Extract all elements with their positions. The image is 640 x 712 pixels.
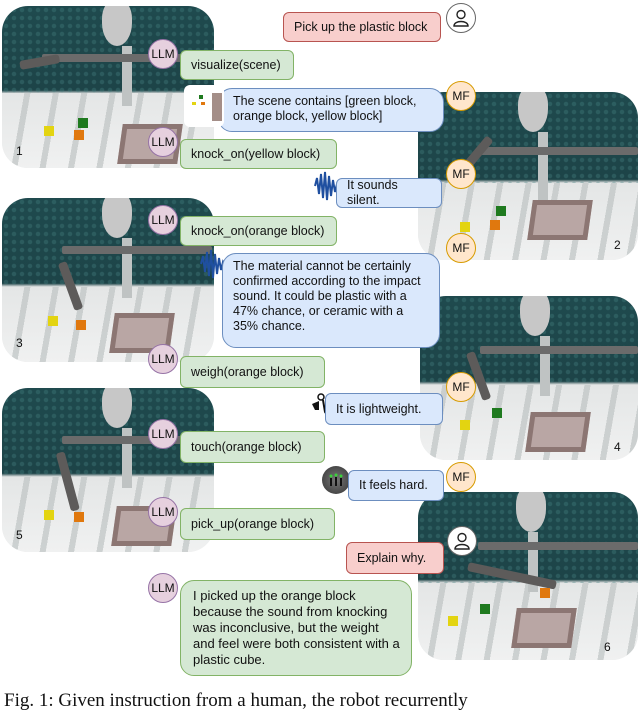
mf-lightweight-bubble: It is lightweight. — [325, 393, 443, 425]
mf-avatar: MF — [446, 159, 476, 189]
llm-weigh-bubble: weigh(orange block) — [180, 356, 325, 388]
mf-avatar: MF — [446, 233, 476, 263]
scene-label: 5 — [16, 528, 23, 542]
human-avatar — [447, 526, 477, 556]
llm-avatar: LLM — [148, 39, 178, 69]
llm-pickup-bubble: pick_up(orange block) — [180, 508, 335, 540]
tactile-sensor-icon — [322, 466, 350, 494]
llm-touch-bubble: touch(orange block) — [180, 431, 325, 463]
llm-avatar: LLM — [148, 205, 178, 235]
scene-label: 1 — [16, 144, 23, 158]
mf-avatar: MF — [446, 81, 476, 111]
llm-avatar: LLM — [148, 573, 178, 603]
mf-avatar: MF — [446, 372, 476, 402]
human-avatar — [446, 3, 476, 33]
scene-6: 6 — [418, 492, 638, 660]
scene-label: 4 — [614, 440, 621, 454]
llm-visualize-bubble: visualize(scene) — [180, 50, 294, 80]
mf-scene-bubble: The scene contains [green block, orange … — [218, 88, 444, 132]
scene-thumbnail — [184, 85, 224, 127]
mf-silent-bubble: It sounds silent. — [336, 178, 442, 208]
llm-knock-orange-bubble: knock_on(orange block) — [180, 216, 337, 246]
person-icon — [454, 532, 470, 550]
person-icon — [453, 9, 469, 27]
mf-material-bubble: The material cannot be certainly confirm… — [222, 253, 440, 348]
scene-label: 3 — [16, 336, 23, 350]
llm-avatar: LLM — [148, 344, 178, 374]
mf-hard-bubble: It feels hard. — [348, 470, 444, 501]
mf-avatar: MF — [446, 462, 476, 492]
llm-avatar: LLM — [148, 127, 178, 157]
scene-label: 2 — [614, 238, 621, 252]
llm-knock-yellow-bubble: knock_on(yellow block) — [180, 139, 337, 169]
human-instruction-bubble: Pick up the plastic block — [283, 12, 441, 42]
scene-label: 6 — [604, 640, 611, 654]
llm-explanation-bubble: I picked up the orange block because the… — [180, 580, 412, 676]
llm-avatar: LLM — [148, 419, 178, 449]
llm-avatar: LLM — [148, 497, 178, 527]
human-explain-bubble: Explain why. — [346, 542, 444, 574]
